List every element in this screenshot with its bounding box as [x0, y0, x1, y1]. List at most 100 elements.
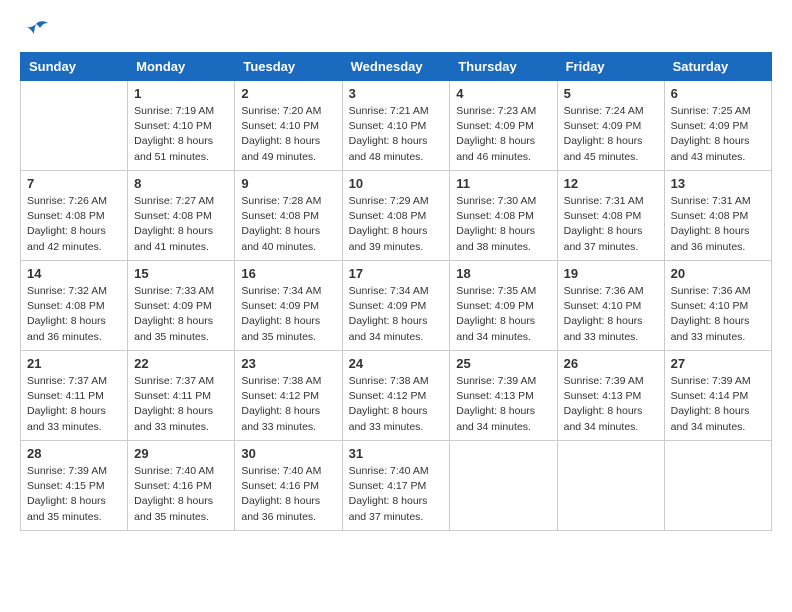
day-info: Sunrise: 7:20 AMSunset: 4:10 PMDaylight:…: [241, 104, 335, 165]
calendar-cell: 30 Sunrise: 7:40 AMSunset: 4:16 PMDayligh…: [235, 441, 342, 531]
day-info: Sunrise: 7:24 AMSunset: 4:09 PMDaylight:…: [564, 104, 658, 165]
calendar-week-row: 28 Sunrise: 7:39 AMSunset: 4:15 PMDayligh…: [21, 441, 772, 531]
calendar-week-row: 14Sunrise: 7:32 AMSunset: 4:08 PMDayligh…: [21, 261, 772, 351]
day-number: 30: [241, 446, 335, 461]
calendar-cell: 6 Sunrise: 7:25 AMSunset: 4:09 PMDaylight…: [664, 81, 771, 171]
day-number: 18: [456, 266, 550, 281]
day-info: Sunrise: 7:33 AMSunset: 4:09 PMDaylight:…: [134, 284, 228, 345]
day-number: 5: [564, 86, 658, 101]
weekday-header: Wednesday: [342, 53, 450, 81]
day-number: 1: [134, 86, 228, 101]
calendar-cell: 19 Sunrise: 7:36 AMSunset: 4:10 PMDayligh…: [557, 261, 664, 351]
day-number: 15: [134, 266, 228, 281]
calendar-cell: 14Sunrise: 7:32 AMSunset: 4:08 PMDayligh…: [21, 261, 128, 351]
weekday-header: Saturday: [664, 53, 771, 81]
day-info: Sunrise: 7:31 AMSunset: 4:08 PMDaylight:…: [671, 194, 765, 255]
day-number: 20: [671, 266, 765, 281]
day-number: 9: [241, 176, 335, 191]
day-info: Sunrise: 7:34 AMSunset: 4:09 PMDaylight:…: [241, 284, 335, 345]
calendar-cell: 20 Sunrise: 7:36 AMSunset: 4:10 PMDayligh…: [664, 261, 771, 351]
calendar-cell: [664, 441, 771, 531]
day-info: Sunrise: 7:34 AMSunset: 4:09 PMDaylight:…: [349, 284, 444, 345]
day-number: 14: [27, 266, 121, 281]
day-info: Sunrise: 7:19 AMSunset: 4:10 PMDaylight:…: [134, 104, 228, 165]
calendar-week-row: 21 Sunrise: 7:37 AMSunset: 4:11 PMDayligh…: [21, 351, 772, 441]
calendar-cell: 7 Sunrise: 7:26 AMSunset: 4:08 PMDaylight…: [21, 171, 128, 261]
calendar-cell: 25Sunrise: 7:39 AMSunset: 4:13 PMDayligh…: [450, 351, 557, 441]
day-number: 26: [564, 356, 658, 371]
day-number: 24: [349, 356, 444, 371]
calendar-cell: 12 Sunrise: 7:31 AMSunset: 4:08 PMDayligh…: [557, 171, 664, 261]
page-header: [20, 20, 772, 42]
calendar-cell: 4Sunrise: 7:23 AMSunset: 4:09 PMDaylight…: [450, 81, 557, 171]
day-info: Sunrise: 7:39 AMSunset: 4:15 PMDaylight:…: [27, 464, 121, 525]
day-info: Sunrise: 7:25 AMSunset: 4:09 PMDaylight:…: [671, 104, 765, 165]
day-number: 12: [564, 176, 658, 191]
calendar-cell: 16 Sunrise: 7:34 AMSunset: 4:09 PMDayligh…: [235, 261, 342, 351]
weekday-header: Monday: [128, 53, 235, 81]
day-info: Sunrise: 7:40 AMSunset: 4:17 PMDaylight:…: [349, 464, 444, 525]
day-number: 27: [671, 356, 765, 371]
calendar-cell: 13 Sunrise: 7:31 AMSunset: 4:08 PMDayligh…: [664, 171, 771, 261]
day-info: Sunrise: 7:36 AMSunset: 4:10 PMDaylight:…: [564, 284, 658, 345]
day-number: 6: [671, 86, 765, 101]
calendar-week-row: 1 Sunrise: 7:19 AMSunset: 4:10 PMDaylight…: [21, 81, 772, 171]
day-info: Sunrise: 7:37 AMSunset: 4:11 PMDaylight:…: [134, 374, 228, 435]
calendar-cell: 10 Sunrise: 7:29 AMSunset: 4:08 PMDayligh…: [342, 171, 450, 261]
day-number: 2: [241, 86, 335, 101]
logo-bird-icon: [22, 20, 50, 42]
calendar-cell: 23Sunrise: 7:38 AMSunset: 4:12 PMDayligh…: [235, 351, 342, 441]
day-info: Sunrise: 7:36 AMSunset: 4:10 PMDaylight:…: [671, 284, 765, 345]
calendar-cell: 24 Sunrise: 7:38 AMSunset: 4:12 PMDayligh…: [342, 351, 450, 441]
calendar-cell: 27 Sunrise: 7:39 AMSunset: 4:14 PMDayligh…: [664, 351, 771, 441]
day-number: 16: [241, 266, 335, 281]
calendar-cell: 1 Sunrise: 7:19 AMSunset: 4:10 PMDaylight…: [128, 81, 235, 171]
day-info: Sunrise: 7:38 AMSunset: 4:12 PMDaylight:…: [349, 374, 444, 435]
day-number: 3: [349, 86, 444, 101]
day-number: 21: [27, 356, 121, 371]
day-info: Sunrise: 7:40 AMSunset: 4:16 PMDaylight:…: [241, 464, 335, 525]
calendar-cell: [21, 81, 128, 171]
calendar-week-row: 7 Sunrise: 7:26 AMSunset: 4:08 PMDaylight…: [21, 171, 772, 261]
weekday-header: Sunday: [21, 53, 128, 81]
day-number: 7: [27, 176, 121, 191]
day-info: Sunrise: 7:39 AMSunset: 4:13 PMDaylight:…: [456, 374, 550, 435]
day-info: Sunrise: 7:28 AMSunset: 4:08 PMDaylight:…: [241, 194, 335, 255]
day-number: 29: [134, 446, 228, 461]
day-info: Sunrise: 7:39 AMSunset: 4:13 PMDaylight:…: [564, 374, 658, 435]
day-info: Sunrise: 7:21 AMSunset: 4:10 PMDaylight:…: [349, 104, 444, 165]
day-number: 10: [349, 176, 444, 191]
weekday-header: Friday: [557, 53, 664, 81]
day-number: 13: [671, 176, 765, 191]
weekday-header: Tuesday: [235, 53, 342, 81]
day-number: 8: [134, 176, 228, 191]
weekday-header: Thursday: [450, 53, 557, 81]
day-number: 31: [349, 446, 444, 461]
calendar-cell: 9 Sunrise: 7:28 AMSunset: 4:08 PMDaylight…: [235, 171, 342, 261]
calendar-cell: 3 Sunrise: 7:21 AMSunset: 4:10 PMDaylight…: [342, 81, 450, 171]
calendar-cell: 5 Sunrise: 7:24 AMSunset: 4:09 PMDaylight…: [557, 81, 664, 171]
calendar-cell: 18 Sunrise: 7:35 AMSunset: 4:09 PMDayligh…: [450, 261, 557, 351]
day-number: 28: [27, 446, 121, 461]
day-info: Sunrise: 7:39 AMSunset: 4:14 PMDaylight:…: [671, 374, 765, 435]
day-info: Sunrise: 7:35 AMSunset: 4:09 PMDaylight:…: [456, 284, 550, 345]
logo: [20, 20, 50, 42]
day-number: 19: [564, 266, 658, 281]
day-info: Sunrise: 7:29 AMSunset: 4:08 PMDaylight:…: [349, 194, 444, 255]
calendar-cell: 26 Sunrise: 7:39 AMSunset: 4:13 PMDayligh…: [557, 351, 664, 441]
calendar-cell: 31 Sunrise: 7:40 AMSunset: 4:17 PMDayligh…: [342, 441, 450, 531]
calendar-cell: 2 Sunrise: 7:20 AMSunset: 4:10 PMDaylight…: [235, 81, 342, 171]
calendar-cell: 17Sunrise: 7:34 AMSunset: 4:09 PMDayligh…: [342, 261, 450, 351]
calendar-cell: 8Sunrise: 7:27 AMSunset: 4:08 PMDaylight…: [128, 171, 235, 261]
day-info: Sunrise: 7:37 AMSunset: 4:11 PMDaylight:…: [27, 374, 121, 435]
day-number: 4: [456, 86, 550, 101]
calendar-cell: [557, 441, 664, 531]
calendar-cell: 11Sunrise: 7:30 AMSunset: 4:08 PMDayligh…: [450, 171, 557, 261]
calendar-cell: 28 Sunrise: 7:39 AMSunset: 4:15 PMDayligh…: [21, 441, 128, 531]
calendar-cell: [450, 441, 557, 531]
day-number: 23: [241, 356, 335, 371]
day-info: Sunrise: 7:31 AMSunset: 4:08 PMDaylight:…: [564, 194, 658, 255]
calendar-cell: 22Sunrise: 7:37 AMSunset: 4:11 PMDayligh…: [128, 351, 235, 441]
day-info: Sunrise: 7:30 AMSunset: 4:08 PMDaylight:…: [456, 194, 550, 255]
day-info: Sunrise: 7:26 AMSunset: 4:08 PMDaylight:…: [27, 194, 121, 255]
